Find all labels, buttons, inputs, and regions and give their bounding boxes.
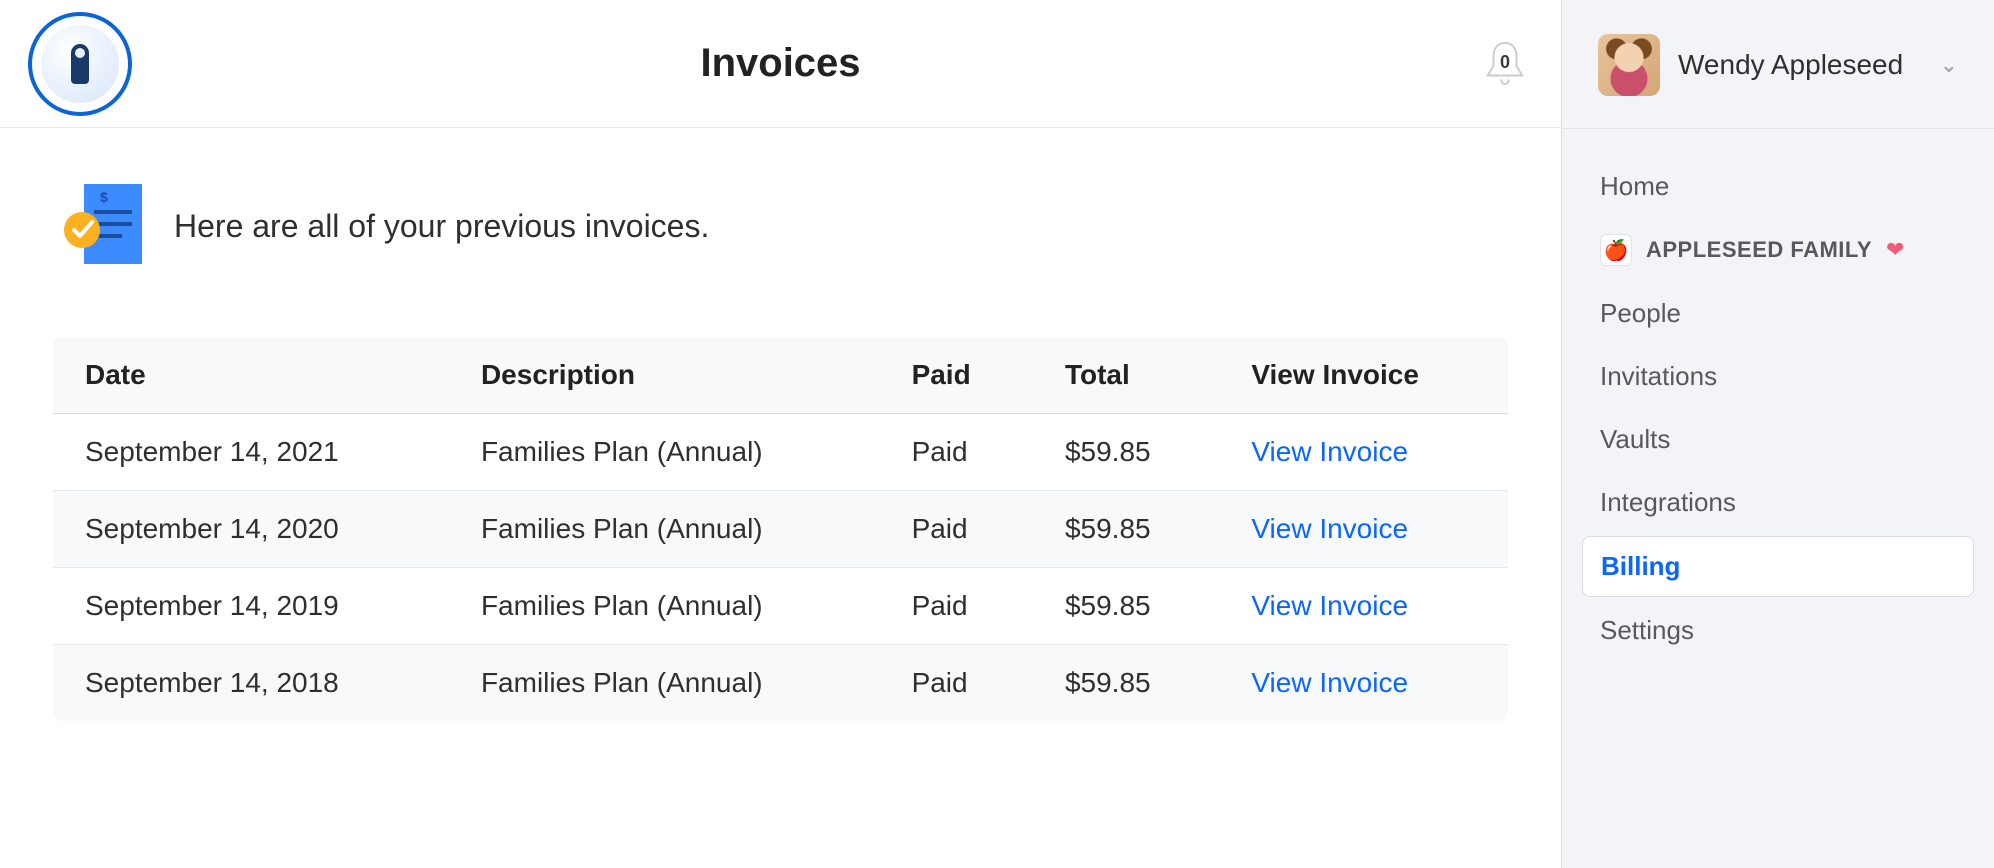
svg-text:$: $	[100, 189, 108, 205]
main-content: Invoices 0 $ He	[0, 0, 1562, 868]
family-label: APPLESEED FAMILY	[1646, 237, 1872, 263]
cell-date: September 14, 2019	[53, 568, 449, 645]
col-total: Total	[1033, 337, 1219, 414]
cell-description: Families Plan (Annual)	[449, 645, 880, 722]
heart-icon: ❤	[1886, 237, 1904, 263]
cell-total: $59.85	[1033, 568, 1219, 645]
keyhole-icon	[41, 25, 119, 103]
avatar	[1598, 34, 1660, 96]
table-row: September 14, 2021 Families Plan (Annual…	[53, 414, 1509, 491]
nav-people[interactable]: People	[1582, 284, 1974, 343]
table-header-row: Date Description Paid Total View Invoice	[53, 337, 1509, 414]
cell-description: Families Plan (Annual)	[449, 414, 880, 491]
view-invoice-link[interactable]: View Invoice	[1251, 436, 1408, 467]
col-date: Date	[53, 337, 449, 414]
nav-family[interactable]: 🍎 APPLESEED FAMILY ❤	[1582, 220, 1974, 280]
view-invoice-link[interactable]: View Invoice	[1251, 590, 1408, 621]
apple-icon: 🍎	[1600, 234, 1632, 266]
chevron-down-icon: ⌄	[1940, 52, 1958, 78]
nav-settings[interactable]: Settings	[1582, 601, 1974, 660]
user-name: Wendy Appleseed	[1678, 49, 1903, 81]
cell-total: $59.85	[1033, 414, 1219, 491]
cell-paid: Paid	[880, 414, 1033, 491]
nav-label: Settings	[1600, 615, 1694, 646]
header: Invoices 0	[0, 0, 1561, 128]
invoices-table: Date Description Paid Total View Invoice…	[52, 336, 1509, 722]
content-area: $ Here are all of your previous invoices…	[0, 128, 1561, 770]
table-row: September 14, 2018 Families Plan (Annual…	[53, 645, 1509, 722]
sidebar-nav: Home 🍎 APPLESEED FAMILY ❤ People Invitat…	[1562, 129, 1994, 688]
user-menu[interactable]: Wendy Appleseed ⌄	[1562, 24, 1994, 129]
view-invoice-link[interactable]: View Invoice	[1251, 667, 1408, 698]
nav-home[interactable]: Home	[1582, 157, 1974, 216]
cell-date: September 14, 2020	[53, 491, 449, 568]
table-row: September 14, 2020 Families Plan (Annual…	[53, 491, 1509, 568]
cell-paid: Paid	[880, 568, 1033, 645]
notifications-button[interactable]: 0	[1477, 36, 1533, 92]
cell-description: Families Plan (Annual)	[449, 491, 880, 568]
cell-paid: Paid	[880, 491, 1033, 568]
invoices-tbody: September 14, 2021 Families Plan (Annual…	[53, 414, 1509, 722]
nav-billing[interactable]: Billing	[1582, 536, 1974, 597]
nav-invitations[interactable]: Invitations	[1582, 347, 1974, 406]
cell-description: Families Plan (Annual)	[449, 568, 880, 645]
nav-label: Integrations	[1600, 487, 1736, 518]
col-view: View Invoice	[1219, 337, 1508, 414]
cell-total: $59.85	[1033, 491, 1219, 568]
cell-paid: Paid	[880, 645, 1033, 722]
col-paid: Paid	[880, 337, 1033, 414]
notification-count: 0	[1500, 52, 1510, 73]
col-description: Description	[449, 337, 880, 414]
nav-label: Vaults	[1600, 424, 1670, 455]
cell-date: September 14, 2021	[53, 414, 449, 491]
nav-integrations[interactable]: Integrations	[1582, 473, 1974, 532]
nav-label: People	[1600, 298, 1681, 329]
nav-label: Billing	[1601, 551, 1680, 582]
nav-vaults[interactable]: Vaults	[1582, 410, 1974, 469]
app-logo[interactable]	[28, 12, 132, 116]
right-sidebar: Wendy Appleseed ⌄ Home 🍎 APPLESEED FAMIL…	[1562, 0, 1994, 868]
cell-date: September 14, 2018	[53, 645, 449, 722]
view-invoice-link[interactable]: View Invoice	[1251, 513, 1408, 544]
cell-total: $59.85	[1033, 645, 1219, 722]
page-title: Invoices	[700, 41, 860, 86]
nav-label: Home	[1600, 171, 1669, 202]
receipt-icon: $	[52, 176, 152, 276]
intro-text: Here are all of your previous invoices.	[174, 208, 709, 245]
table-row: September 14, 2019 Families Plan (Annual…	[53, 568, 1509, 645]
nav-label: Invitations	[1600, 361, 1717, 392]
intro-row: $ Here are all of your previous invoices…	[52, 176, 1509, 276]
